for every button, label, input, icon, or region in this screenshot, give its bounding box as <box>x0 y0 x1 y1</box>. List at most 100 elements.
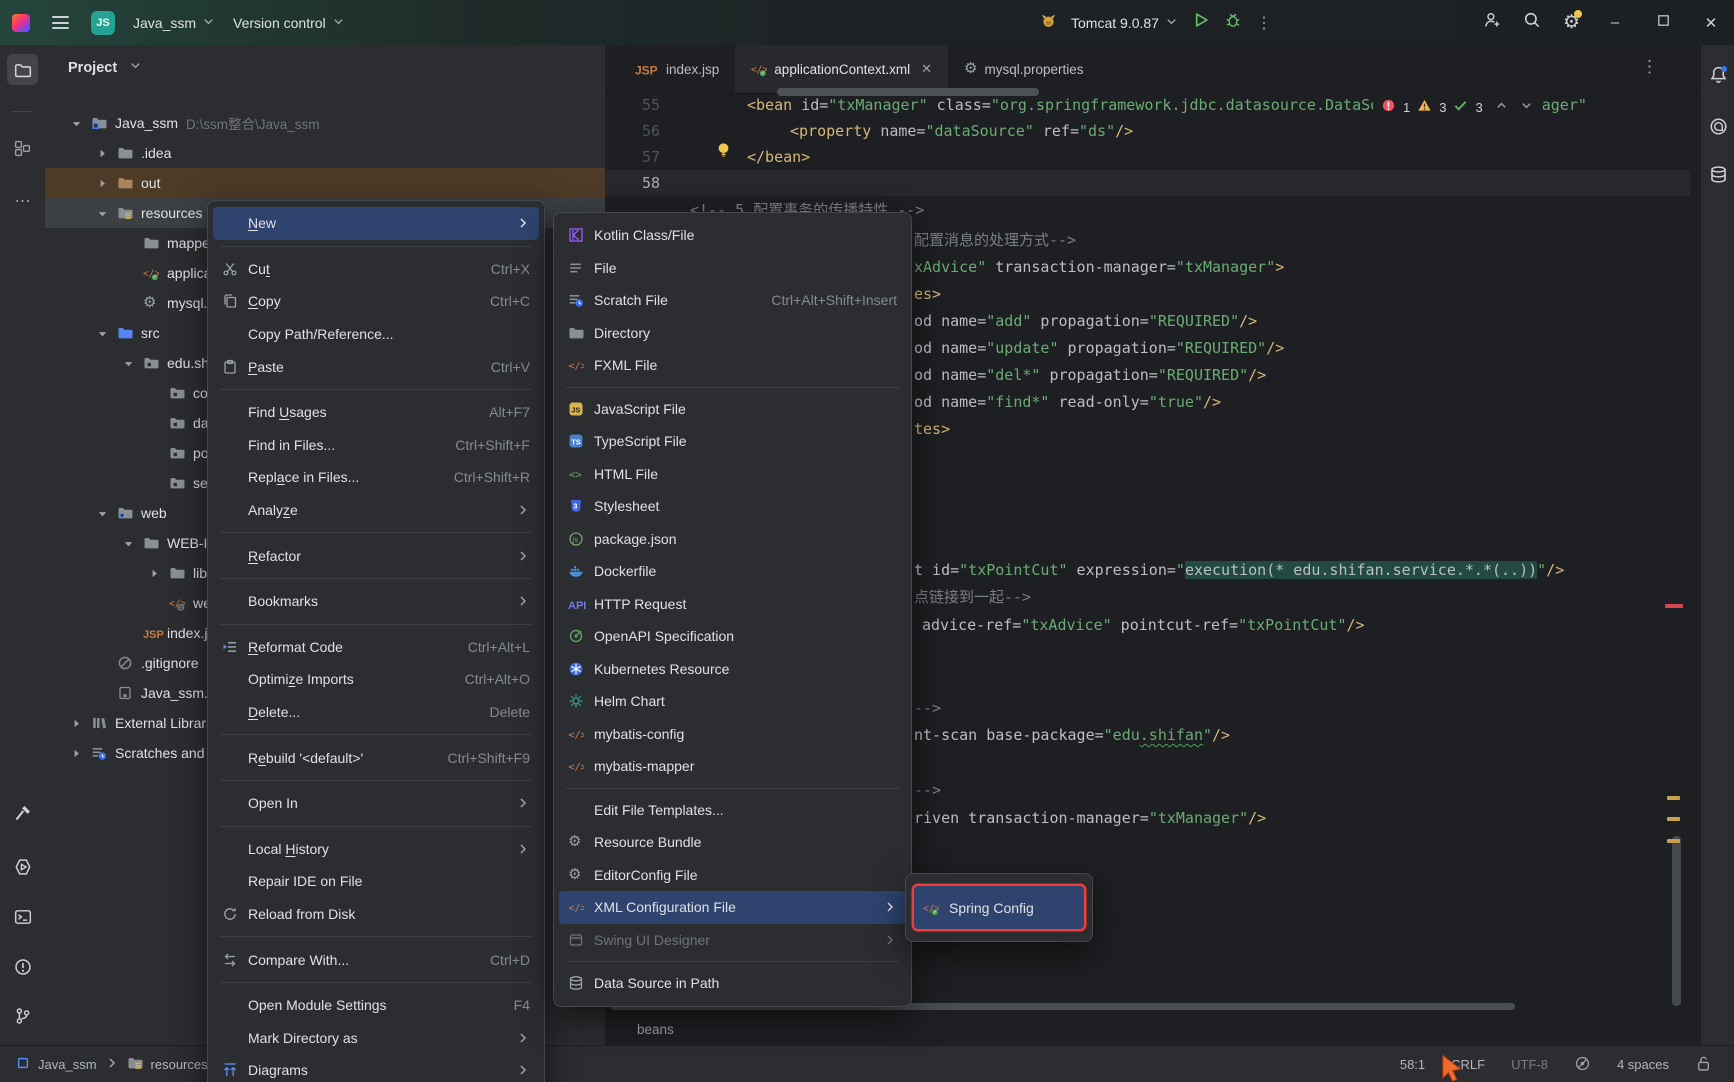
terminal-tool-window-button[interactable] <box>7 901 38 932</box>
menu-item-swing-ui-designer[interactable]: Swing UI Designer <box>559 924 906 957</box>
menu-item-new[interactable]: New <box>213 207 539 240</box>
git-tool-window-button[interactable] <box>7 1000 38 1031</box>
menu-item-data-source-in-path[interactable]: Data Source in Path <box>559 967 906 1000</box>
minimize-button[interactable]: – <box>1602 14 1628 31</box>
chevron-down-icon[interactable] <box>69 116 91 131</box>
status-breadcrumb-folder[interactable]: resources <box>151 1057 208 1072</box>
caret-position-widget[interactable]: 58:1 <box>1400 1057 1425 1072</box>
main-menu-icon[interactable] <box>48 12 73 33</box>
chevron-down-icon[interactable] <box>95 326 117 341</box>
debug-button[interactable] <box>1224 11 1242 34</box>
menu-item-cut[interactable]: CutCtrl+X <box>213 253 539 286</box>
menu-item-replace-in-files[interactable]: Replace in Files...Ctrl+Shift+R <box>213 461 539 494</box>
database-tool-window-button[interactable] <box>1709 165 1728 189</box>
error-stripe-mark[interactable] <box>1665 604 1683 608</box>
menu-item-resource-bundle[interactable]: ⚙Resource Bundle <box>559 826 906 859</box>
inspections-widget[interactable]: 1 3 3 <box>1373 95 1541 119</box>
vcs-widget[interactable]: Version control <box>233 15 345 31</box>
menu-item-http-request[interactable]: APIHTTP Request <box>559 588 906 621</box>
menu-item-open-in[interactable]: Open In <box>213 787 539 820</box>
ai-assistant-icon[interactable] <box>1709 117 1728 141</box>
warning-stripe-mark[interactable] <box>1667 817 1680 821</box>
menu-item-reload-from-disk[interactable]: Reload from Disk <box>213 898 539 931</box>
intention-bulb-icon[interactable] <box>715 141 732 163</box>
menu-item-edit-file-templates[interactable]: Edit File Templates... <box>559 794 906 827</box>
menu-item-file[interactable]: File <box>559 252 906 285</box>
warning-stripe-mark[interactable] <box>1667 796 1680 800</box>
settings-gear-icon[interactable]: ⚙ <box>1563 13 1580 33</box>
chevron-right-icon[interactable] <box>95 176 117 191</box>
menu-item-mybatis-config[interactable]: </>mybatis-config <box>559 718 906 751</box>
menu-item-fxml-file[interactable]: </>FXML File <box>559 349 906 382</box>
menu-item-optimize-imports[interactable]: Optimize ImportsCtrl+Alt+O <box>213 663 539 696</box>
menu-item-kotlin-class-file[interactable]: Kotlin Class/File <box>559 219 906 252</box>
project-panel-header[interactable]: Project <box>68 59 142 76</box>
tab-scrollbar[interactable] <box>777 88 1039 96</box>
editor-tab-index-jsp[interactable]: JSPindex.jsp <box>619 45 735 93</box>
inspections-highlight-icon[interactable] <box>1574 1055 1591 1075</box>
tree-item-idea[interactable]: .idea <box>45 138 605 168</box>
close-tab-icon[interactable]: ✕ <box>921 61 932 77</box>
services-tool-window-button[interactable] <box>7 851 38 882</box>
menu-item-typescript-file[interactable]: TSTypeScript File <box>559 425 906 458</box>
editor-tab-mysql-properties[interactable]: ⚙mysql.properties <box>948 45 1100 93</box>
menu-item-paste[interactable]: PasteCtrl+V <box>213 350 539 383</box>
menu-item-copy[interactable]: CopyCtrl+C <box>213 285 539 318</box>
menu-item-rebuild-default[interactable]: Rebuild '<default>'Ctrl+Shift+F9 <box>213 741 539 774</box>
project-tool-window-button[interactable] <box>7 54 38 85</box>
menu-item-dockerfile[interactable]: Dockerfile <box>559 555 906 588</box>
search-icon[interactable] <box>1523 11 1541 34</box>
menu-item-compare-with[interactable]: Compare With...Ctrl+D <box>213 943 539 976</box>
breadcrumb-item[interactable]: beans <box>637 1022 674 1037</box>
editor-breadcrumbs[interactable]: beans <box>605 1013 1700 1045</box>
menu-item-javascript-file[interactable]: JSJavaScript File <box>559 393 906 426</box>
chevron-down-icon[interactable] <box>121 356 143 371</box>
chevron-down-icon[interactable] <box>121 536 143 551</box>
menu-item-repair-ide-on-file[interactable]: Repair IDE on File <box>213 865 539 898</box>
problems-tool-window-button[interactable] <box>7 951 38 982</box>
tree-item-java-ssm[interactable]: Java_ssmD:\ssm整合\Java_ssm <box>45 108 605 138</box>
project-avatar-badge[interactable]: JS <box>91 11 115 35</box>
vertical-scrollbar[interactable] <box>1672 836 1681 1006</box>
menu-item-reformat-code[interactable]: Reformat CodeCtrl+Alt+L <box>213 631 539 664</box>
menu-item-refactor[interactable]: Refactor <box>213 539 539 572</box>
previous-problem-icon[interactable] <box>1495 99 1508 115</box>
status-breadcrumb-module[interactable]: Java_ssm <box>38 1057 97 1072</box>
menu-item-mark-directory-as[interactable]: Mark Directory as <box>213 1021 539 1054</box>
tab-options-kebab-icon[interactable]: ⋮ <box>1641 57 1658 77</box>
unlock-icon[interactable] <box>1695 1055 1712 1075</box>
tree-item-out[interactable]: out <box>45 168 605 198</box>
chevron-down-icon[interactable] <box>95 206 117 221</box>
more-tool-windows-button[interactable]: ⋯ <box>7 185 38 216</box>
build-tool-window-button[interactable] <box>7 797 38 828</box>
close-button[interactable]: ✕ <box>1698 14 1724 32</box>
menu-item-package-json[interactable]: jspackage.json <box>559 523 906 556</box>
run-configuration-selector[interactable]: Tomcat 9.0.87 <box>1071 15 1178 31</box>
menu-item-diagrams[interactable]: Diagrams <box>213 1054 539 1082</box>
menu-item-find-usages[interactable]: Find UsagesAlt+F7 <box>213 396 539 429</box>
warning-stripe-mark[interactable] <box>1667 839 1680 843</box>
chevron-right-icon[interactable] <box>69 716 91 731</box>
chevron-right-icon[interactable] <box>69 746 91 761</box>
menu-item-delete[interactable]: Delete...Delete <box>213 696 539 729</box>
menu-item-local-history[interactable]: Local History <box>213 833 539 866</box>
menu-item-editorconfig-file[interactable]: ⚙EditorConfig File <box>559 859 906 892</box>
chevron-right-icon[interactable] <box>147 566 169 581</box>
menu-item-xml-configuration-file[interactable]: </>XML Configuration File <box>559 891 906 924</box>
menu-item-scratch-file[interactable]: Scratch FileCtrl+Alt+Shift+Insert <box>559 284 906 317</box>
menu-item-helm-chart[interactable]: Helm Chart <box>559 685 906 718</box>
encoding-widget[interactable]: UTF-8 <box>1511 1057 1548 1072</box>
editor-tab-applicationcontext-xml[interactable]: </>applicationContext.xml✕ <box>735 45 948 93</box>
menu-item-openapi-specification[interactable]: OpenAPI Specification <box>559 620 906 653</box>
menu-item-stylesheet[interactable]: 3Stylesheet <box>559 490 906 523</box>
menu-item-html-file[interactable]: <>HTML File <box>559 458 906 491</box>
menu-item-bookmarks[interactable]: Bookmarks <box>213 585 539 618</box>
menu-item-analyze[interactable]: Analyze <box>213 494 539 527</box>
structure-tool-window-button[interactable] <box>7 133 38 164</box>
menu-item-copy-path-reference[interactable]: Copy Path/Reference... <box>213 318 539 351</box>
menu-item-spring-config[interactable]: </>Spring Config <box>914 886 1084 929</box>
menu-item-mybatis-mapper[interactable]: </>mybatis-mapper <box>559 750 906 783</box>
menu-item-find-in-files[interactable]: Find in Files...Ctrl+Shift+F <box>213 429 539 462</box>
project-selector[interactable]: Java_ssm <box>133 15 215 31</box>
add-user-icon[interactable] <box>1483 11 1501 34</box>
